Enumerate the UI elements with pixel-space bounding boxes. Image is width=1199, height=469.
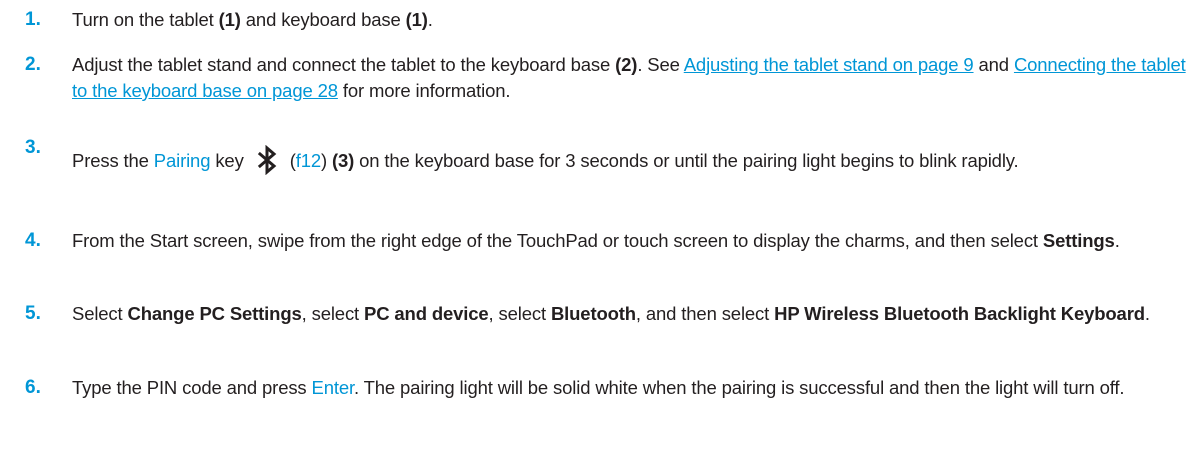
step-text: Type the PIN code and press Enter. The p… <box>72 375 1187 401</box>
step-number: 6. <box>25 377 41 398</box>
step-number: 2. <box>25 54 41 75</box>
step-text: Press the Pairing key (f12) (3) on the ke… <box>72 141 1187 181</box>
document-page: { "steps": [ { "num": "1.", "t1": "Turn … <box>0 0 1199 469</box>
text-run: . See <box>637 54 684 75</box>
step-text: From the Start screen, swipe from the ri… <box>72 228 1187 254</box>
text-run: From the Start screen, swipe from the ri… <box>72 230 1043 251</box>
text-run: Press the <box>72 150 154 171</box>
text-run: on the keyboard base for 3 seconds or un… <box>354 150 1019 171</box>
callout-ref: (2) <box>615 54 638 75</box>
ui-term-settings: Settings <box>1042 230 1115 251</box>
ui-term-hp-keyboard: HP Wireless Bluetooth Backlight Keyboard <box>774 303 1145 324</box>
text-run: , and then select <box>635 303 775 324</box>
key-name-f12: f12 <box>295 150 321 171</box>
callout-ref: (1) <box>405 9 428 30</box>
text-run: . <box>1144 303 1150 324</box>
text-run: , select <box>488 303 551 324</box>
text-run: and <box>973 54 1014 75</box>
step-number: 1. <box>25 9 41 30</box>
text-run: key <box>210 150 244 171</box>
step-text: Turn on the tablet (1) and keyboard base… <box>72 7 1187 33</box>
ui-term-bluetooth: Bluetooth <box>550 303 636 324</box>
bluetooth-icon <box>252 144 282 176</box>
ui-term-change-pc-settings: Change PC Settings <box>127 303 302 324</box>
step-text: Adjust the tablet stand and connect the … <box>72 52 1187 104</box>
key-name-pairing: Pairing <box>153 150 211 171</box>
step-number: 4. <box>25 230 41 251</box>
text-run: . <box>427 9 433 30</box>
text-run: and keyboard base <box>240 9 406 30</box>
text-run: , select <box>301 303 365 324</box>
callout-ref: (1) <box>218 9 241 30</box>
text-run: Type the PIN code and press <box>72 377 312 398</box>
key-name-enter: Enter <box>311 377 355 398</box>
text-run: . The pairing light will be solid white … <box>353 377 1125 398</box>
text-run: . <box>1114 230 1120 251</box>
ui-term-pc-and-device: PC and device <box>364 303 489 324</box>
step-number: 5. <box>25 303 41 324</box>
text-run: Select <box>72 303 128 324</box>
text-run: ) <box>320 150 332 171</box>
callout-ref: (3) <box>332 150 355 171</box>
step-text: Select Change PC Settings, select PC and… <box>72 301 1187 327</box>
step-number: 3. <box>25 137 41 158</box>
text-run: Adjust the tablet stand and connect the … <box>72 54 616 75</box>
text-run: for more information. <box>337 80 511 101</box>
link-adjusting-tablet-stand[interactable]: Adjusting the tablet stand on page 9 <box>684 54 974 75</box>
text-run: Turn on the tablet <box>72 9 219 30</box>
